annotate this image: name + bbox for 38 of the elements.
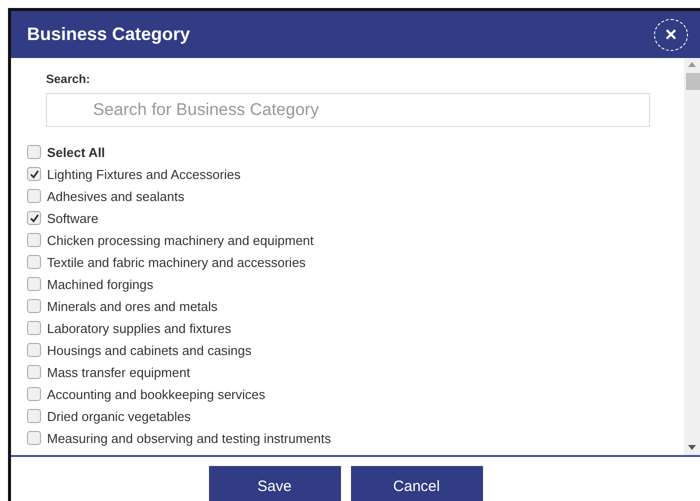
category-label: Mass transfer equipment	[47, 364, 190, 380]
category-label: Software	[47, 210, 98, 226]
checkbox[interactable]	[27, 189, 41, 203]
scroll-up-icon[interactable]	[688, 62, 696, 67]
checkbox[interactable]	[27, 343, 41, 357]
checkbox[interactable]	[27, 277, 41, 291]
category-label: Machined forgings	[47, 276, 154, 292]
save-button[interactable]: Save	[208, 466, 340, 501]
cancel-button[interactable]: Cancel	[350, 466, 482, 501]
checkbox[interactable]	[27, 145, 41, 159]
category-label: Lighting Fixtures and Accessories	[47, 166, 241, 182]
category-label: Laboratory supplies and fixtures	[47, 320, 232, 336]
scroll-down-icon[interactable]	[688, 445, 696, 450]
scrollbar[interactable]	[684, 58, 700, 455]
checkbox[interactable]	[27, 431, 41, 445]
category-label: Measuring and observing and testing instruments	[47, 430, 331, 446]
category-label: Accounting and bookkeeping services	[47, 386, 266, 402]
category-label: Housings and cabinets and casings	[47, 342, 252, 358]
category-label: Minerals and ores and metals	[47, 298, 218, 314]
checkbox[interactable]	[27, 387, 41, 401]
scrollbar-thumb[interactable]	[686, 73, 700, 90]
category-label: Dried organic vegetables	[47, 408, 191, 424]
dialog-title: Business Category	[27, 24, 190, 45]
checkbox[interactable]	[27, 409, 41, 423]
category-label: Textile and fabric machinery and accessories	[47, 254, 306, 270]
category-label: Adhesives and sealants	[47, 188, 184, 204]
search-label: Search:	[46, 72, 92, 86]
select-all-label: Select All	[47, 144, 106, 160]
checkbox[interactable]	[27, 211, 41, 225]
checkbox[interactable]	[27, 365, 41, 379]
checkbox[interactable]	[27, 233, 41, 247]
checkbox[interactable]	[27, 299, 41, 313]
search-field[interactable]: Search for Business Category	[46, 93, 650, 127]
checkbox[interactable]	[27, 167, 41, 181]
checkbox[interactable]	[27, 321, 41, 335]
category-label: Chicken processing machinery and equipment	[47, 232, 314, 248]
checkbox[interactable]	[27, 255, 41, 269]
close-button[interactable]: ×	[654, 18, 688, 50]
